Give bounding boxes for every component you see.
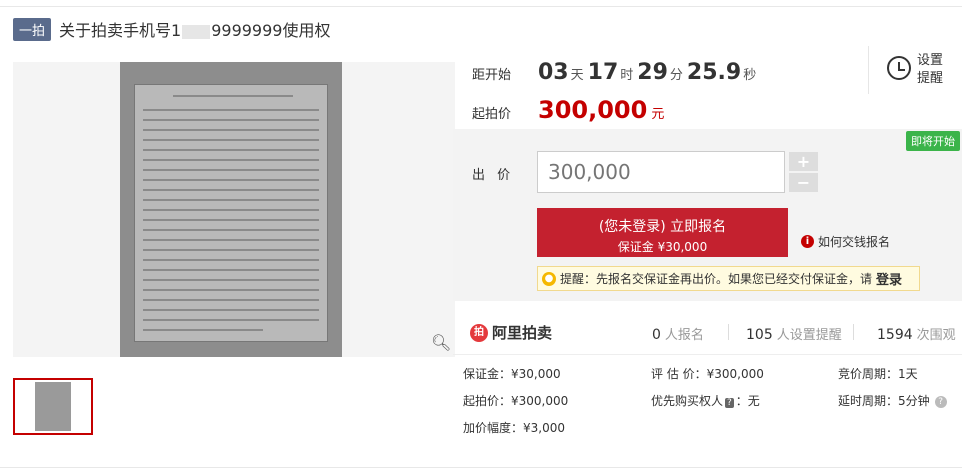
login-link[interactable]: 登录 bbox=[876, 269, 902, 288]
countdown-minutes: 29 bbox=[637, 60, 668, 85]
main-image[interactable]: 🔍︎ bbox=[13, 62, 455, 357]
stats-bar: 拍 阿里拍卖 0 人报名 105 人设置提醒 1594 次围观 bbox=[453, 310, 962, 355]
countdown-days: 03 bbox=[538, 60, 569, 85]
lightbulb-icon: ● bbox=[542, 271, 556, 286]
increment-info: 加价幅度：¥3,000 bbox=[463, 421, 565, 435]
delay-cycle-info: 延时周期：5分钟? bbox=[838, 392, 947, 409]
alarm-clock-icon bbox=[887, 56, 911, 80]
ali-auction-logo-icon: 拍 bbox=[470, 323, 488, 342]
ali-auction-logo-text: 阿里拍卖 bbox=[492, 324, 553, 342]
auction-page: 一拍 关于拍卖手机号1 9999999使用权 🔍︎ 距开始 03 天 17 时 … bbox=[0, 0, 962, 471]
zoom-icon[interactable]: 🔍︎ bbox=[431, 333, 451, 353]
thumbnail-document bbox=[35, 382, 71, 431]
bid-amount-input[interactable] bbox=[537, 151, 785, 193]
auction-round-badge: 一拍 bbox=[13, 17, 52, 41]
register-deposit: 保证金 ¥30,000 bbox=[617, 240, 708, 254]
bid-label: 出 价 bbox=[472, 168, 515, 183]
bidding-cycle-info: 竞价周期：1天 bbox=[838, 367, 918, 381]
start-price-info: 起拍价：¥300,000 bbox=[463, 394, 569, 408]
status-badge: 即将开始 bbox=[906, 131, 960, 151]
register-label: (您未登录) 立即报名 bbox=[598, 219, 727, 235]
document-photo bbox=[120, 62, 342, 357]
signup-count: 0 人报名 bbox=[652, 324, 704, 343]
minutes-unit: 分 bbox=[669, 68, 683, 83]
reminder-count: 105 人设置提醒 bbox=[746, 324, 842, 343]
appraisal-info: 评 估 价：¥300,000 bbox=[651, 367, 764, 381]
masked-digits bbox=[182, 24, 211, 39]
priority-help-tag[interactable]: ? bbox=[725, 398, 734, 408]
thumbnail-1[interactable] bbox=[13, 378, 93, 435]
tip-text: 提醒：先报名交保证金再出价。如果您已经交付保证金，请 bbox=[560, 272, 873, 286]
bid-area: 即将开始 出 价 + − (您未登录) 立即报名 保证金 ¥30,000 i 如… bbox=[453, 129, 962, 301]
countdown-row: 距开始 03 天 17 时 29 分 25.9 秒 bbox=[472, 60, 760, 85]
page-title: 关于拍卖手机号1 9999999使用权 bbox=[59, 17, 330, 41]
register-button[interactable]: (您未登录) 立即报名 保证金 ¥30,000 bbox=[537, 208, 788, 257]
help-icon[interactable]: ? bbox=[934, 395, 947, 408]
top-divider bbox=[0, 6, 962, 7]
deposit-info: 保证金：¥30,000 bbox=[463, 367, 561, 381]
delay-cycle-text: 延时周期：5分钟 bbox=[838, 394, 930, 408]
reminder-count-label: 人设置提醒 bbox=[776, 328, 842, 343]
bottom-divider bbox=[0, 467, 962, 468]
start-price-label: 起拍价 bbox=[472, 107, 512, 122]
info-icon: i bbox=[801, 235, 814, 248]
start-price-value: 300,000 bbox=[538, 96, 648, 124]
title-row: 一拍 关于拍卖手机号1 9999999使用权 bbox=[13, 17, 330, 41]
document-page bbox=[134, 84, 328, 342]
countdown-seconds: 25.9 bbox=[686, 60, 742, 85]
signup-label: 人报名 bbox=[664, 328, 704, 343]
priority-value: ：无 bbox=[735, 394, 760, 408]
view-count: 1594 次围观 bbox=[877, 324, 956, 343]
hours-unit: 时 bbox=[620, 68, 634, 83]
days-unit: 天 bbox=[570, 68, 584, 83]
start-price-row: 起拍价 300,000 元 bbox=[472, 96, 664, 124]
reminder-line2: 提醒 bbox=[917, 71, 944, 86]
ali-auction-logo: 拍 阿里拍卖 bbox=[470, 322, 552, 343]
start-price-unit: 元 bbox=[651, 107, 665, 122]
title-prefix: 关于拍卖手机号1 bbox=[59, 21, 182, 40]
how-to-pay-link[interactable]: i 如何交钱报名 bbox=[801, 233, 890, 250]
stats-divider bbox=[728, 324, 729, 340]
stats-divider bbox=[853, 324, 854, 340]
how-to-pay-text: 如何交钱报名 bbox=[818, 235, 891, 249]
seconds-unit: 秒 bbox=[743, 68, 757, 83]
view-number: 1594 bbox=[877, 327, 913, 343]
countdown-hours: 17 bbox=[587, 60, 619, 85]
reminder-line1: 设置 bbox=[917, 53, 944, 68]
signup-number: 0 bbox=[652, 327, 661, 343]
set-reminder-button[interactable]: 设置 提醒 bbox=[868, 46, 960, 94]
reminder-text: 设置 提醒 bbox=[917, 52, 943, 88]
priority-label: 优先购买权人 bbox=[651, 394, 724, 408]
decrease-bid-button[interactable]: − bbox=[789, 173, 818, 192]
increase-bid-button[interactable]: + bbox=[789, 152, 818, 171]
reminder-number: 105 bbox=[746, 327, 773, 343]
view-label: 次围观 bbox=[916, 328, 956, 343]
priority-buyer-info: 优先购买权人? ：无 bbox=[651, 392, 760, 409]
countdown-label: 距开始 bbox=[472, 68, 512, 83]
title-suffix: 9999999使用权 bbox=[211, 21, 331, 40]
tip-banner: ● 提醒：先报名交保证金再出价。如果您已经交付保证金，请 登录 bbox=[537, 266, 920, 291]
